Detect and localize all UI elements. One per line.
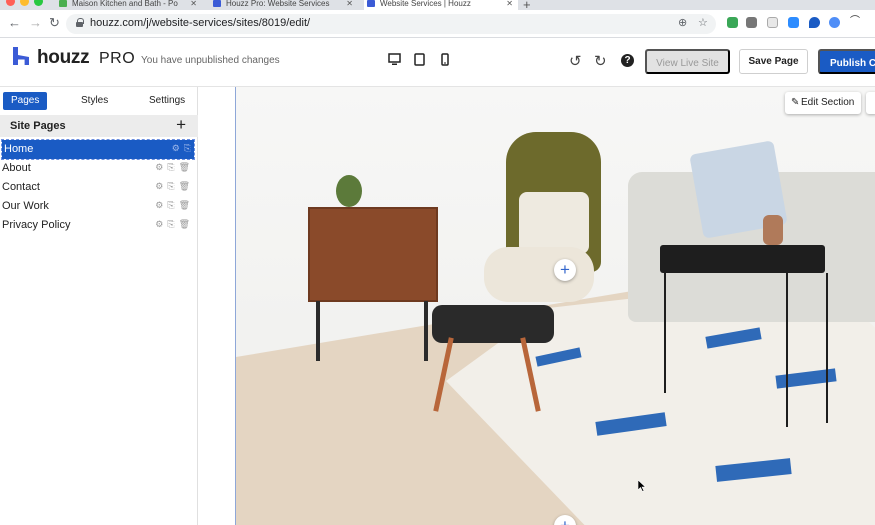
site-pages-header: Site Pages + [0, 115, 198, 137]
duplicate-icon[interactable]: ⎘ [167, 200, 174, 211]
extension-icon[interactable] [809, 17, 820, 28]
cushion-illustration [519, 192, 589, 254]
page-list: Home ⚙ ⎘ About ⚙ ⎘ 🗑 Contact ⚙ ⎘ 🗑 Our W… [0, 139, 198, 235]
gear-icon[interactable]: ⚙ [155, 200, 163, 211]
sidebar-tabs: Pages Styles Settings [0, 87, 198, 114]
lock-icon [76, 18, 84, 27]
link-icon[interactable]: ⎘ [184, 143, 191, 154]
page-label: Privacy Policy [2, 219, 71, 231]
dresser-illustration [308, 207, 438, 302]
gear-icon[interactable]: ⚙ [155, 181, 163, 192]
side-table-illustration [660, 245, 825, 273]
browser-tab-website-services[interactable]: Website Services | Houzz ✕ [364, 0, 518, 10]
publish-changes-button[interactable]: Publish Ch [818, 49, 875, 74]
desktop-view-icon[interactable] [388, 53, 401, 66]
page-item-home[interactable]: Home ⚙ ⎘ [1, 139, 195, 160]
address-bar[interactable]: houzz.com/j/website-services/sites/8019/… [66, 14, 716, 34]
tab-styles[interactable]: Styles [81, 92, 108, 110]
hero-image[interactable] [236, 87, 875, 525]
page-label: About [2, 162, 31, 174]
bookmark-star-icon[interactable]: ☆ [698, 16, 708, 29]
minimize-window-icon[interactable] [20, 0, 29, 6]
extension-icon[interactable] [746, 17, 757, 28]
browser-tab-houzz-pro[interactable]: Houzz Pro: Website Services ✕ [210, 0, 358, 10]
gear-icon[interactable]: ⚙ [155, 219, 163, 230]
sidebar: Pages Styles Settings Site Pages + Home … [0, 87, 198, 525]
mouse-cursor-icon [638, 480, 646, 492]
forward-arrow-icon[interactable]: → [29, 15, 42, 30]
tablet-view-icon[interactable] [414, 53, 425, 66]
vase-illustration [763, 215, 783, 245]
mobile-view-icon[interactable] [441, 53, 449, 66]
plant-illustration [336, 175, 362, 207]
save-page-button[interactable]: Save Page [739, 49, 808, 74]
section-title: Site Pages [10, 120, 66, 132]
logo-wordmark: houzz [37, 47, 90, 68]
new-tab-button[interactable]: + [523, 0, 531, 10]
trash-icon[interactable]: 🗑 [179, 162, 190, 173]
tab-pages[interactable]: Pages [3, 92, 48, 110]
unpublished-status: You have unpublished changes [141, 55, 280, 66]
edit-section-button[interactable]: ✎ Edit Section [785, 92, 861, 114]
undo-icon[interactable]: ↺ [569, 52, 582, 70]
gear-icon[interactable]: ⚙ [155, 162, 163, 173]
extension-icon[interactable]: ⌒ [850, 17, 861, 28]
section-menu-button[interactable] [866, 92, 875, 114]
tab-title: Maison Kitchen and Bath - Po [72, 0, 178, 8]
url-text: houzz.com/j/website-services/sites/8019/… [90, 17, 311, 29]
close-tab-icon[interactable]: ✕ [190, 0, 197, 8]
page-item-our-work[interactable]: Our Work ⚙ ⎘ 🗑 [0, 197, 194, 216]
reload-icon[interactable]: ↻ [49, 15, 60, 31]
tab-title: Website Services | Houzz [380, 0, 471, 8]
back-arrow-icon[interactable]: ← [8, 15, 21, 30]
trash-icon[interactable]: 🗑 [179, 200, 190, 211]
extension-icon[interactable] [767, 17, 778, 28]
help-icon[interactable]: ? [621, 54, 634, 67]
app-header: houzz PRO You have unpublished changes ↺… [0, 38, 875, 87]
browser-tab-maison[interactable]: Maison Kitchen and Bath - Po ✕ [56, 0, 202, 10]
browser-tab-strip: Maison Kitchen and Bath - Po ✕ Houzz Pro… [0, 0, 875, 10]
page-item-contact[interactable]: Contact ⚙ ⎘ 🗑 [0, 178, 194, 197]
pencil-icon: ✎ [791, 97, 800, 108]
page-canvas: ✎ Edit Section + + [198, 87, 875, 525]
close-window-icon[interactable] [6, 0, 15, 6]
close-tab-icon[interactable]: ✕ [346, 0, 353, 8]
close-tab-icon[interactable]: ✕ [506, 0, 513, 8]
edit-section-label: Edit Section [801, 97, 855, 108]
page-label: Home [4, 143, 34, 155]
duplicate-icon[interactable]: ⎘ [167, 162, 174, 173]
extension-icon[interactable] [829, 17, 840, 28]
redo-icon[interactable]: ↻ [594, 52, 607, 70]
sheepskin-illustration [484, 247, 594, 302]
page-label: Our Work [2, 200, 49, 212]
houzz-favicon-icon [213, 0, 221, 7]
extension-icon[interactable] [788, 17, 799, 28]
houzz-favicon-icon [367, 0, 375, 7]
tab-settings[interactable]: Settings [149, 92, 185, 110]
zoom-window-icon[interactable] [34, 0, 43, 6]
add-page-button[interactable]: + [176, 115, 186, 135]
extension-icon[interactable] [727, 17, 738, 28]
page-item-about[interactable]: About ⚙ ⎘ 🗑 [0, 159, 194, 178]
gear-icon[interactable]: ⚙ [172, 143, 180, 154]
duplicate-icon[interactable]: ⎘ [167, 219, 174, 230]
window-controls [6, 0, 43, 6]
tab-title: Houzz Pro: Website Services [226, 0, 330, 8]
page-label: Contact [2, 181, 40, 193]
houzz-logo-icon [13, 47, 29, 65]
houzz-favicon-icon [59, 0, 67, 7]
duplicate-icon[interactable]: ⎘ [167, 181, 174, 192]
browser-toolbar: ← → ↻ houzz.com/j/website-services/sites… [0, 10, 875, 38]
trash-icon[interactable]: 🗑 [179, 219, 190, 230]
view-live-site-button[interactable]: View Live Site [645, 49, 730, 74]
add-element-button[interactable]: + [554, 259, 576, 281]
page-item-privacy-policy[interactable]: Privacy Policy ⚙ ⎘ 🗑 [0, 216, 194, 235]
logo-pro: PRO [99, 50, 136, 67]
trash-icon[interactable]: 🗑 [179, 181, 190, 192]
zoom-icon[interactable]: ⊕ [678, 16, 687, 29]
